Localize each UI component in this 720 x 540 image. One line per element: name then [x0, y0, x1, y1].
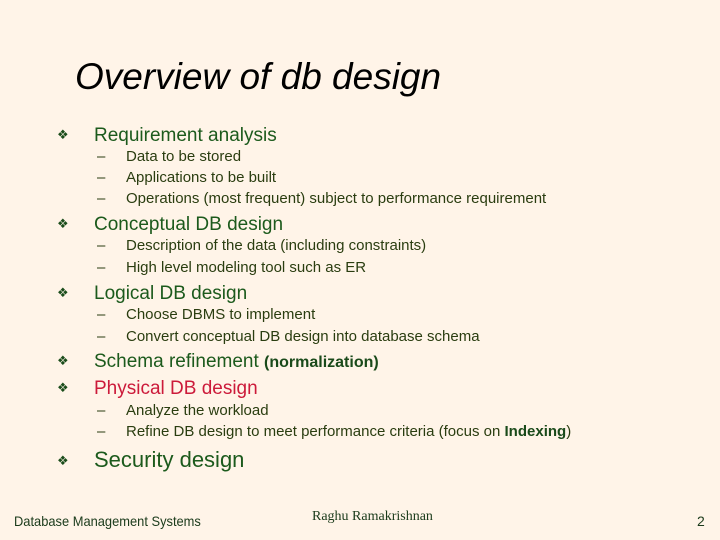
dash-icon: – [97, 402, 106, 419]
bullet-label: Logical DB design [94, 283, 248, 304]
dash-icon: – [97, 259, 106, 276]
sub-item: – High level modeling tool such as ER [97, 258, 366, 278]
dash-icon: – [97, 148, 106, 165]
sub-item-text: Data to be stored [126, 148, 242, 165]
sub-item-text: Operations (most frequent) subject to pe… [126, 190, 547, 207]
dash-icon: – [97, 169, 106, 186]
bullet-label: Conceptual DB design [94, 214, 284, 235]
sub-item-text: Choose DBMS to implement [126, 306, 316, 323]
sub-item: – Choose DBMS to implement [97, 305, 315, 325]
sub-item-text: Refine DB design to meet performance cri… [126, 423, 505, 440]
sub-item: – Description of the data (including cons… [97, 236, 426, 256]
sub-item: – Refine DB design to meet performance cr… [97, 422, 571, 442]
sub-item-text: Description of the data (including const… [126, 237, 427, 254]
bullet-label-text: Schema refinement [94, 351, 265, 372]
diamond-bullet-icon: ❖ [57, 454, 69, 469]
dash-icon: – [97, 423, 106, 440]
diamond-bullet-icon: ❖ [57, 354, 69, 369]
footer-course-title: Database Management Systems [14, 513, 201, 529]
sub-item: – Applications to be built [97, 168, 276, 188]
sub-item: – Convert conceptual DB design into datab… [97, 327, 480, 347]
bullet-label: Security design [94, 447, 245, 472]
bullet-label: Physical DB design [94, 378, 258, 399]
sub-item-text: Convert conceptual DB design into databa… [126, 328, 480, 345]
sub-item: – Operations (most frequent) subject to p… [97, 189, 546, 209]
footer-author: Raghu Ramakrishnan [312, 509, 433, 524]
dash-icon: – [97, 190, 106, 207]
diamond-bullet-icon: ❖ [57, 128, 69, 143]
dash-icon: – [97, 237, 106, 254]
diamond-bullet-icon: ❖ [57, 381, 69, 396]
sub-item-text: High level modeling tool such as ER [126, 259, 367, 276]
page-number: 2 [697, 513, 705, 529]
sub-item-text: Applications to be built [126, 169, 277, 186]
diamond-bullet-icon: ❖ [57, 286, 69, 301]
sub-item: – Analyze the workload [97, 401, 269, 421]
bullet-label: Schema refinement (normalization) [94, 350, 379, 375]
dash-icon: – [97, 328, 106, 345]
sub-item-text: Analyze the workload [126, 402, 269, 419]
sub-item-tail: ) [566, 423, 572, 440]
slide-title: Overview of db design [75, 56, 442, 97]
diamond-bullet-icon: ❖ [57, 217, 69, 232]
indexing-emphasis: Indexing [504, 423, 567, 440]
dash-icon: – [97, 306, 106, 323]
sub-item: – Data to be stored [97, 147, 241, 167]
normalization-note: (normalization) [264, 354, 379, 371]
bullet-label: Requirement analysis [94, 125, 277, 146]
